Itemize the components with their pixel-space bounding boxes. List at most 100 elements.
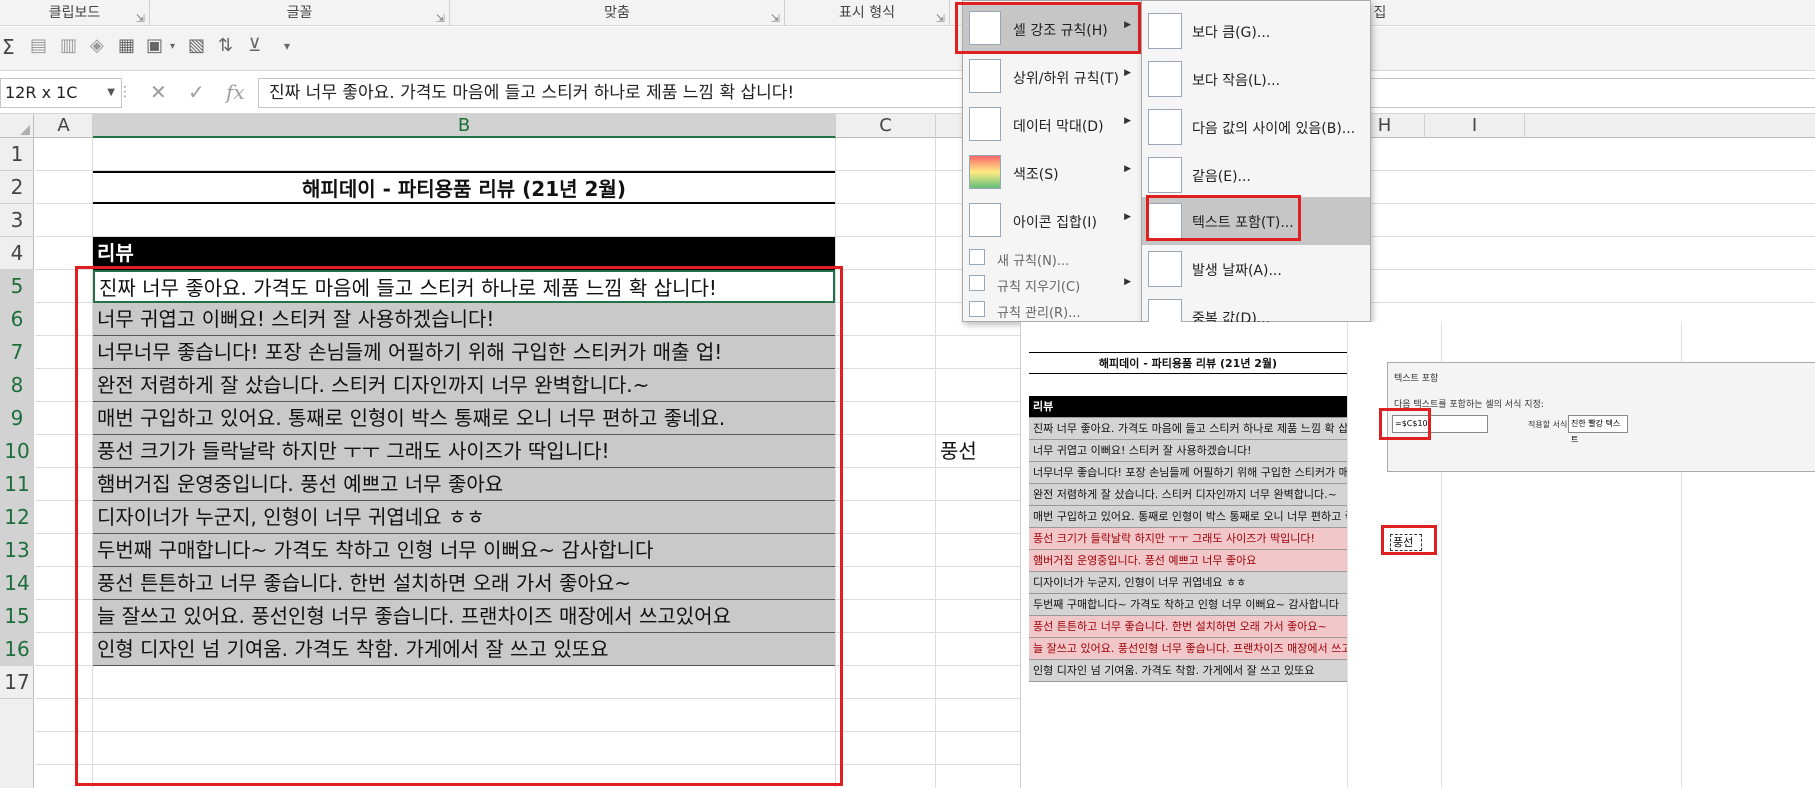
filter-icon[interactable]: ⊻	[248, 35, 261, 56]
row-header[interactable]: 12	[0, 501, 34, 534]
row-header[interactable]: 16	[0, 633, 34, 666]
inset-review-row: 두번째 구매합니다~ 가격도 착하고 인형 너무 이뻐요~ 감사합니다	[1029, 594, 1347, 616]
duplicate-values-icon	[1148, 299, 1182, 323]
formula-bar: 12R x 1C ▼ ⋮ ✕ ✓ fx 진짜 너무 좋아요. 가격도 마음에 들…	[0, 72, 1815, 114]
menu-item-icon-sets[interactable]: 아이콘 집합(I) ▶	[963, 197, 1141, 245]
sum-icon[interactable]: Σ	[2, 35, 15, 59]
submenu-item-between[interactable]: 다음 값의 사이에 있음(B)...	[1142, 103, 1370, 151]
row-header[interactable]: 14	[0, 567, 34, 600]
greater-than-icon	[1148, 13, 1182, 49]
column-header-b[interactable]: B	[93, 114, 836, 138]
row-header[interactable]: 5	[0, 270, 34, 303]
clear-icon[interactable]: ◈	[90, 35, 104, 56]
highlight-box	[955, 2, 1141, 54]
color-scales-icon	[969, 155, 1001, 189]
inset-review-row: 매번 구입하고 있어요. 통째로 인형이 박스 통째로 오니 너무 편하고 좋네…	[1029, 506, 1347, 528]
inset-review-row-highlighted: 풍선 크기가 들락날락 하지만 ㅜㅜ 그래도 사이즈가 딱입니다!	[1029, 528, 1347, 550]
merge-icon[interactable]: ▣	[146, 35, 163, 56]
chevron-down-icon[interactable]: ▼	[107, 79, 115, 107]
menu-item-clear-rules[interactable]: 규칙 지우기(C) ▶	[963, 271, 1141, 297]
insert-function-icon[interactable]: fx	[226, 80, 245, 104]
icon-sets-icon	[969, 203, 1001, 237]
column-header-i[interactable]: I	[1425, 114, 1525, 138]
chevron-right-icon: ▶	[1124, 212, 1131, 222]
name-box[interactable]: 12R x 1C ▼	[0, 78, 122, 108]
ribbon-group-label: 글꼴	[286, 5, 313, 21]
submenu-item-label: 다음 값의 사이에 있음(B)...	[1192, 121, 1356, 137]
row-header[interactable]: 15	[0, 600, 34, 633]
row-header[interactable]: 7	[0, 336, 34, 369]
submenu-item-duplicate-values[interactable]: 중복 값(D)...	[1142, 293, 1370, 323]
chevron-down-icon[interactable]: ▾	[170, 41, 175, 52]
sheet-title-cell[interactable]: 해피데이 - 파티용품 리뷰 (21년 2월)	[93, 171, 835, 204]
submenu-item-date-occurring[interactable]: 발생 날짜(A)...	[1142, 245, 1370, 293]
row-header[interactable]: 2	[0, 171, 34, 204]
inset-review-row: 진짜 너무 좋아요. 가격도 마음에 들고 스티커 하나로 제품 느낌 확 삽니…	[1029, 418, 1347, 440]
inset-header: 리뷰	[1029, 396, 1347, 418]
row-header[interactable]: 6	[0, 303, 34, 336]
manage-rules-icon	[969, 301, 985, 317]
column-header-c[interactable]: C	[836, 114, 936, 138]
ribbon-group-number: 표시 형식 ⇲	[785, 0, 950, 26]
inset-review-row: 디자이너가 누군지, 인형이 너무 귀엽네요 ㅎㅎ	[1029, 572, 1347, 594]
inset-review-row: 너무너무 좋습니다! 포장 손님들께 어필하기 위해 구입한 스티커가 매출 업…	[1029, 462, 1347, 484]
sort-icon[interactable]: ⇅	[218, 35, 233, 56]
name-box-value: 12R x 1C	[5, 83, 78, 102]
text-contains-dialog: 텍스트 포함 다음 텍스트를 포함하는 셀의 서식 지정: =$C$10 적용할…	[1387, 362, 1815, 472]
result-preview-inset: 해피데이 - 파티용품 리뷰 (21년 2월) 리뷰 진짜 너무 좋아요. 가격…	[1020, 322, 1815, 788]
border-icon[interactable]: ▧	[188, 35, 205, 56]
row-header[interactable]: 10	[0, 435, 34, 468]
submenu-item-greater-than[interactable]: 보다 큼(G)...	[1142, 7, 1370, 55]
menu-item-manage-rules[interactable]: 규칙 관리(R)...	[963, 297, 1141, 323]
inset-keyword-text: 풍선	[1390, 534, 1423, 551]
row-header[interactable]: 9	[0, 402, 34, 435]
menu-item-top-bottom-rules[interactable]: 상위/하위 규칙(T) ▶	[963, 53, 1141, 101]
row-header[interactable]: 13	[0, 534, 34, 567]
menu-item-data-bars[interactable]: 데이터 막대(D) ▶	[963, 101, 1141, 149]
between-icon	[1148, 109, 1182, 145]
row-header[interactable]: 8	[0, 369, 34, 402]
ribbon-group-label: 표시 형식	[839, 5, 895, 21]
column-headers: A B C H I	[0, 114, 1815, 138]
ribbon-group-bar: 클립보드 ⇲ 글꼴 ⇲ 맞춤 ⇲ 표시 형식 ⇲ 집	[0, 0, 1815, 26]
number-format-icon[interactable]: ▤	[30, 35, 47, 56]
chevron-right-icon: ▶	[1124, 68, 1131, 78]
column-header-a[interactable]: A	[35, 114, 93, 138]
submenu-item-label: 보다 큼(G)...	[1192, 25, 1271, 41]
row-header[interactable]: 4	[0, 237, 34, 270]
chevron-right-icon: ▶	[1124, 164, 1131, 174]
date-occurring-icon	[1148, 251, 1182, 287]
submenu-item-label: 같음(E)...	[1192, 169, 1251, 185]
menu-item-label: 규칙 지우기(C)	[997, 280, 1081, 295]
select-all-button[interactable]	[0, 114, 34, 138]
keyword-cell[interactable]: 풍선	[940, 435, 977, 464]
ribbon-group-label: 클립보드	[48, 5, 101, 21]
ribbon-group-label: 집	[1373, 5, 1387, 21]
submenu-item-label: 보다 작음(L)...	[1192, 73, 1281, 89]
dialog-format-select: 진한 빨강 텍스트	[1568, 415, 1628, 444]
highlight-box	[1146, 195, 1301, 241]
row-headers: 1 2 3 4 5 6 7 8 9 10 11 12 13 14 15 16 1…	[0, 138, 34, 788]
submenu-item-less-than[interactable]: 보다 작음(L)...	[1142, 55, 1370, 103]
row-header[interactable]: 3	[0, 204, 34, 237]
submenu-item-equal[interactable]: 같음(E)...	[1142, 151, 1370, 199]
ribbon-group-clipboard: 클립보드 ⇲	[0, 0, 150, 26]
enter-icon[interactable]: ✓	[188, 80, 205, 104]
top-bottom-icon	[969, 59, 1001, 93]
decimal-icon[interactable]: ▥	[60, 35, 77, 56]
inset-review-row: 완전 저렴하게 잘 샀습니다. 스티커 디자인까지 너무 완벽합니다.~	[1029, 484, 1347, 506]
menu-item-label: 데이터 막대(D)	[1013, 119, 1104, 135]
row-header[interactable]: 11	[0, 468, 34, 501]
submenu-item-label: 발생 날짜(A)...	[1192, 263, 1282, 279]
dialog-title: 텍스트 포함	[1394, 374, 1439, 384]
more-icon[interactable]: ▾	[284, 39, 290, 53]
cancel-icon[interactable]: ✕	[150, 80, 167, 104]
dialog-with-label: 적용할 서식:	[1528, 420, 1571, 429]
format-icon[interactable]: ▦	[118, 35, 135, 56]
selection-highlight-box	[75, 266, 843, 786]
menu-item-new-rule[interactable]: 새 규칙(N)...	[963, 245, 1141, 271]
menu-item-color-scales[interactable]: 색조(S) ▶	[963, 149, 1141, 197]
equal-icon	[1148, 157, 1182, 193]
row-header[interactable]: 1	[0, 138, 34, 171]
row-header[interactable]: 17	[0, 666, 34, 699]
